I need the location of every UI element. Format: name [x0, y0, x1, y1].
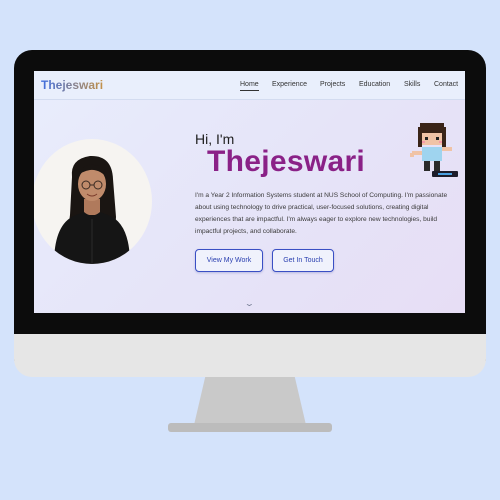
- monitor-chin: [14, 334, 486, 377]
- get-in-touch-button[interactable]: Get In Touch: [272, 249, 334, 272]
- navbar: Thejeswari Home Experience Projects Educ…: [34, 71, 465, 100]
- chevron-down-icon[interactable]: ⌄: [244, 299, 255, 308]
- nav-link-home[interactable]: Home: [240, 81, 259, 91]
- hero-name: Thejeswari: [207, 145, 366, 178]
- nav-link-skills[interactable]: Skills: [404, 81, 420, 88]
- site-logo[interactable]: Thejeswari: [41, 78, 103, 92]
- pixel-avatar-icon: [408, 121, 460, 188]
- nav-link-contact[interactable]: Contact: [434, 81, 458, 88]
- monitor-stand: [194, 377, 306, 425]
- profile-photo: [34, 139, 152, 264]
- monitor-base: [168, 423, 332, 432]
- nav-link-projects[interactable]: Projects: [320, 81, 345, 88]
- website-screen: Thejeswari Home Experience Projects Educ…: [34, 71, 465, 313]
- nav-link-education[interactable]: Education: [359, 81, 390, 88]
- hero-bio: I'm a Year 2 Information Systems student…: [195, 192, 448, 235]
- view-my-work-button[interactable]: View My Work: [195, 249, 263, 272]
- nav-link-experience[interactable]: Experience: [272, 81, 307, 88]
